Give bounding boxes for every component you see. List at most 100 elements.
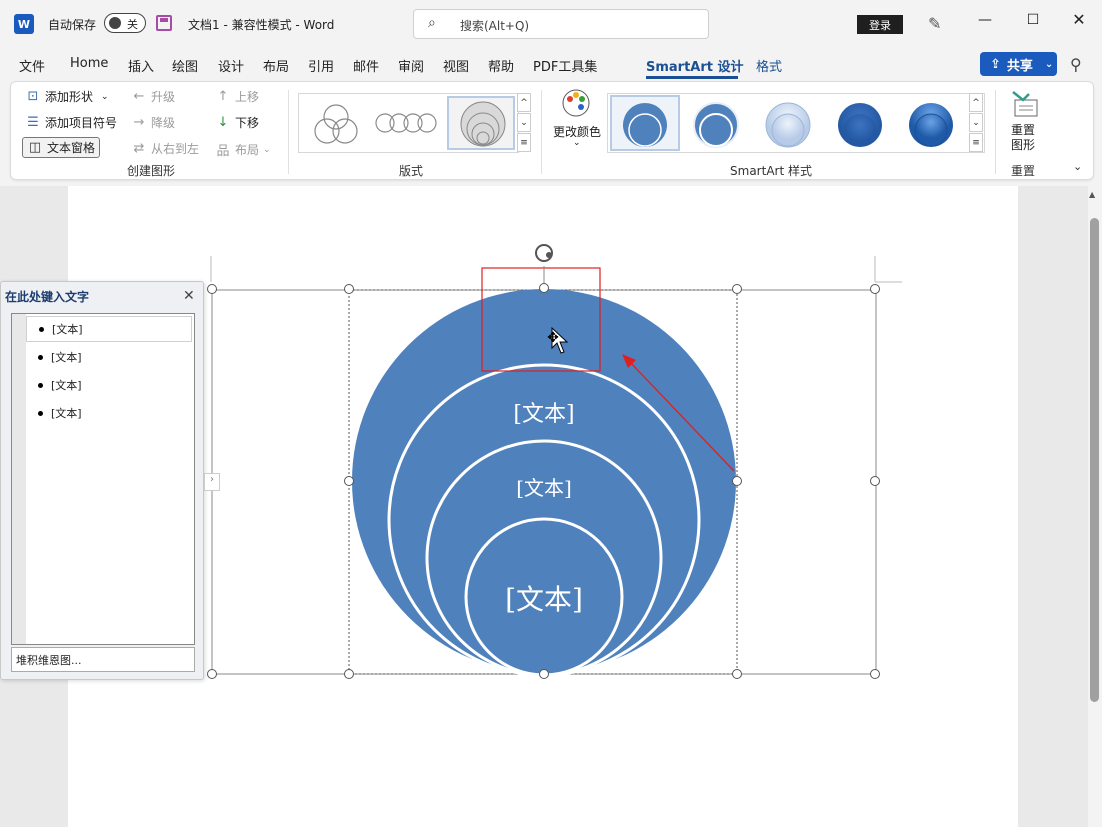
demote-label: 降级	[151, 116, 176, 130]
tab-help[interactable]: 帮助	[488, 56, 514, 75]
promote-button[interactable]: ← 升级	[131, 88, 175, 105]
gallery-scroll-down-button[interactable]: ⌄	[517, 113, 531, 132]
right-to-left-button[interactable]: ⇄ 从右到左	[131, 140, 199, 157]
shape-resize-handle[interactable]	[344, 284, 354, 294]
tab-pdf-tools[interactable]: PDF工具集	[533, 56, 597, 75]
text-pane-icon: ◫	[28, 140, 42, 155]
list-item[interactable]: [文本]	[26, 372, 192, 398]
styles-expand-button[interactable]: ≡	[969, 133, 983, 152]
minimize-icon[interactable]: —	[970, 12, 1000, 36]
resize-handle[interactable]	[207, 284, 217, 294]
tab-mailings[interactable]: 邮件	[353, 56, 379, 75]
toggle-knob-icon	[109, 17, 121, 29]
stacked-venn-layout-selected[interactable]	[447, 96, 515, 150]
layout-label: 布局	[235, 143, 260, 157]
reset-group-label: 重置	[1010, 164, 1035, 178]
move-down-label: 下移	[235, 116, 260, 130]
shape-resize-handle[interactable]	[732, 669, 742, 679]
search-input[interactable]: ⌕ 搜索(Alt+Q)	[413, 9, 709, 39]
tab-layout[interactable]: 布局	[263, 56, 289, 75]
maximize-icon[interactable]: ☐	[1018, 12, 1048, 36]
style-option-4[interactable]	[835, 100, 885, 150]
scrollbar-thumb[interactable]	[1090, 218, 1099, 702]
tab-home[interactable]: Home	[70, 56, 108, 71]
resize-handle[interactable]	[870, 284, 880, 294]
circle-label-3[interactable]: [文本]	[484, 472, 604, 501]
list-item[interactable]: [文本]	[26, 344, 192, 370]
demote-button[interactable]: → 降级	[131, 114, 175, 131]
close-icon[interactable]: ✕	[183, 288, 195, 304]
rotate-handle-dot	[546, 252, 552, 258]
styles-scroll-up-button[interactable]: ^	[969, 93, 983, 112]
collapse-ribbon-icon[interactable]: ⌄	[1073, 160, 1082, 173]
layout-gallery	[298, 93, 519, 153]
circle-label-2[interactable]: [文本]	[484, 396, 604, 428]
shape-resize-handle[interactable]	[732, 284, 742, 294]
tab-design[interactable]: 设计	[218, 56, 244, 75]
styles-scroll-down-button[interactable]: ⌄	[969, 113, 983, 132]
autosave-label: 自动保存	[48, 18, 97, 32]
style-option-1[interactable]	[620, 100, 670, 150]
tab-draw[interactable]: 绘图	[172, 56, 198, 75]
ribbon: ⊡ 添加形状 ⌄ ☰ 添加项目符号 ◫ 文本窗格 ← 升级 → 降级 ⇄ 从右到左 ↑ 上移 ↓…	[10, 81, 1094, 180]
add-bullet-button[interactable]: ☰ 添加项目符号	[25, 114, 117, 131]
tab-insert[interactable]: 插入	[128, 56, 154, 75]
login-button[interactable]: 登录	[857, 15, 903, 34]
style-option-3[interactable]	[763, 100, 813, 150]
document-title: 文档1 - 兼容性模式 - Word	[188, 18, 335, 32]
tab-file[interactable]: 文件	[19, 56, 45, 75]
comment-icon[interactable]: ⚲	[1070, 55, 1082, 74]
shape-resize-handle[interactable]	[344, 669, 354, 679]
share-label: 共享	[1006, 58, 1033, 74]
resize-handle[interactable]	[870, 669, 880, 679]
shape-resize-handle[interactable]	[344, 476, 354, 486]
word-logo-icon: W	[14, 14, 34, 34]
bullet-list-icon: ☰	[27, 115, 39, 130]
layouts-group-label: 版式	[398, 164, 423, 178]
reset-graphic-button[interactable]: 重置图形	[1001, 86, 1045, 156]
layout-button[interactable]: 品布局 ⌄	[215, 140, 270, 159]
list-item-text: [文本]	[51, 407, 82, 420]
save-icon[interactable]	[156, 15, 172, 31]
share-icon: ⇪	[990, 56, 1001, 72]
gallery-expand-button[interactable]: ≡	[517, 133, 531, 152]
tab-references[interactable]: 引用	[308, 56, 334, 75]
move-up-button[interactable]: ↑ 上移	[215, 88, 259, 105]
tab-smartart-design[interactable]: SmartArt 设计	[646, 56, 744, 75]
scroll-up-icon[interactable]: ▲	[1089, 190, 1095, 199]
resize-handle[interactable]	[870, 476, 880, 486]
change-colors-button[interactable]: 更改颜色 ⌄	[549, 86, 605, 156]
layout-name-link[interactable]: 堆积维恩图...	[11, 647, 195, 672]
list-item[interactable]: [文本]	[26, 400, 192, 426]
shape-resize-handle[interactable]	[539, 283, 549, 293]
chevron-down-icon: ⌄	[573, 138, 581, 148]
text-pane-list: [文本] [文本] [文本] [文本]	[11, 313, 195, 645]
shape-resize-handle[interactable]	[732, 476, 742, 486]
arrow-up-icon: ↑	[217, 89, 229, 104]
circle-label-4[interactable]: [文本]	[474, 578, 614, 618]
search-icon: ⌕	[428, 15, 436, 31]
move-up-label: 上移	[235, 90, 260, 104]
linear-venn-layout-icon[interactable]	[375, 108, 439, 138]
close-icon[interactable]: ✕	[1064, 10, 1094, 36]
list-item[interactable]: [文本]	[26, 316, 192, 342]
add-shape-button[interactable]: ⊡ 添加形状 ⌄	[25, 88, 109, 105]
gallery-scroll-up-button[interactable]: ^	[517, 93, 531, 112]
tab-format[interactable]: 格式	[756, 56, 782, 75]
chevron-right-icon[interactable]: ›	[204, 473, 220, 491]
venn-basic-layout-icon[interactable]	[311, 102, 361, 146]
share-button[interactable]: ⇪ 共享 ⌄	[980, 52, 1057, 76]
tab-review[interactable]: 审阅	[398, 56, 424, 75]
shape-resize-handle[interactable]	[539, 669, 549, 679]
smartart-graphic[interactable]: ✥	[200, 236, 920, 696]
style-option-2[interactable]	[691, 100, 741, 150]
brush-icon[interactable]: ✎	[928, 14, 941, 33]
text-pane-label: 文本窗格	[47, 141, 96, 155]
style-option-5[interactable]	[906, 100, 956, 150]
palette-icon	[562, 89, 590, 117]
autosave-toggle[interactable]: 关	[104, 13, 146, 33]
resize-handle[interactable]	[207, 669, 217, 679]
tab-view[interactable]: 视图	[443, 56, 469, 75]
move-down-button[interactable]: ↓ 下移	[215, 114, 259, 131]
text-pane-button[interactable]: ◫ 文本窗格	[22, 137, 101, 158]
